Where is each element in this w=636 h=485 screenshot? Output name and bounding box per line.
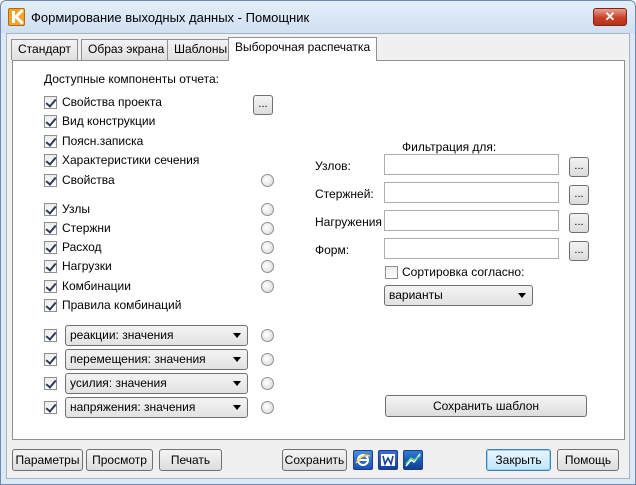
filter-nodes-more-button[interactable]: ...: [569, 157, 589, 177]
forces-select[interactable]: усилия: значения: [65, 373, 248, 394]
label-combinations: Комбинации: [62, 279, 131, 293]
radio-members[interactable]: [261, 222, 274, 235]
dialog-window: Формирование выходных данных - Помощник …: [0, 0, 636, 485]
plot-icon[interactable]: [403, 450, 423, 470]
label-construction-view: Вид конструкции: [62, 114, 156, 128]
stresses-select[interactable]: напряжения: значения: [65, 397, 248, 418]
filter-heading: Фильтрация для:: [402, 140, 497, 154]
radio-nodes[interactable]: [261, 203, 274, 216]
checkbox-reactions[interactable]: [44, 329, 57, 342]
close-button[interactable]: Закрыть: [486, 449, 551, 471]
tab-templates[interactable]: Шаблоны: [167, 39, 235, 60]
radio-forces[interactable]: [261, 377, 274, 390]
label-nodes: Узлы: [62, 202, 90, 216]
reactions-select-value: реакции: значения: [70, 328, 174, 342]
checkbox-members[interactable]: [44, 222, 57, 235]
label-project-properties: Свойства проекта: [62, 95, 162, 109]
print-button[interactable]: Печать: [159, 449, 222, 471]
reactions-select[interactable]: реакции: значения: [65, 325, 248, 346]
checkbox-project-properties[interactable]: [44, 96, 57, 109]
chevron-down-icon: [233, 357, 241, 362]
displacements-select-value: перемещения: значения: [70, 352, 206, 366]
label-members: Стержни: [62, 221, 111, 235]
forces-select-value: усилия: значения: [70, 376, 167, 390]
window-title: Формирование выходных данных - Помощник: [31, 10, 310, 25]
sort-by-select-value: варианты: [389, 288, 443, 302]
save-button[interactable]: Сохранить: [282, 449, 347, 471]
close-window-button[interactable]: ✕: [593, 8, 627, 26]
word-glyph: [381, 454, 395, 467]
preview-button[interactable]: Просмотр: [86, 449, 153, 471]
checkbox-construction-view[interactable]: [44, 115, 57, 128]
sort-by-select[interactable]: варианты: [384, 285, 533, 306]
radio-displacements[interactable]: [261, 353, 274, 366]
label-explanatory-note: Поясн.записка: [62, 134, 144, 148]
radio-consumption[interactable]: [261, 241, 274, 254]
checkbox-properties[interactable]: [44, 174, 57, 187]
chevron-down-icon: [233, 333, 241, 338]
filter-forms-more-button[interactable]: ...: [569, 241, 589, 261]
dialog-client-area: Стандарт Образ экрана Шаблоны Выборочная…: [6, 33, 630, 479]
filter-loads-input[interactable]: [384, 210, 559, 231]
checkbox-displacements[interactable]: [44, 353, 57, 366]
tab-panel-selective-print: Доступные компоненты отчета: Свойства пр…: [12, 60, 625, 440]
stresses-select-value: напряжения: значения: [70, 400, 196, 414]
radio-stresses[interactable]: [261, 401, 274, 414]
radio-loads[interactable]: [261, 260, 274, 273]
tab-standard[interactable]: Стандарт: [11, 39, 78, 60]
label-filter-loads: Нагружения: [315, 215, 382, 229]
internet-explorer-icon[interactable]: [353, 450, 373, 470]
filter-members-input[interactable]: [384, 182, 559, 203]
components-heading: Доступные компоненты отчета:: [44, 72, 219, 86]
checkbox-combination-rules[interactable]: [44, 299, 57, 312]
label-combination-rules: Правила комбинаций: [62, 298, 182, 312]
label-filter-members: Стержней:: [315, 187, 374, 201]
filter-members-more-button[interactable]: ...: [569, 185, 589, 205]
checkbox-explanatory-note[interactable]: [44, 135, 57, 148]
radio-combinations[interactable]: [261, 280, 274, 293]
checkbox-section-characteristics[interactable]: [44, 154, 57, 167]
checkbox-forces[interactable]: [44, 377, 57, 390]
sort-by-checkbox[interactable]: [385, 266, 398, 279]
checkbox-consumption[interactable]: [44, 241, 57, 254]
radio-properties[interactable]: [261, 174, 274, 187]
project-properties-more-button[interactable]: ...: [253, 95, 273, 115]
filter-loads-more-button[interactable]: ...: [569, 213, 589, 233]
checkbox-combinations[interactable]: [44, 280, 57, 293]
checkbox-loads[interactable]: [44, 260, 57, 273]
filter-forms-input[interactable]: [384, 238, 559, 259]
plot-glyph: [405, 453, 421, 467]
internet-explorer-glyph: [355, 454, 371, 466]
checkbox-stresses[interactable]: [44, 401, 57, 414]
parameters-button[interactable]: Параметры: [12, 449, 83, 471]
label-consumption: Расход: [62, 240, 102, 254]
chevron-down-icon: [233, 381, 241, 386]
label-filter-forms: Форм:: [315, 243, 350, 257]
label-filter-nodes: Узлов:: [315, 159, 351, 173]
label-section-characteristics: Характеристики сечения: [62, 153, 200, 167]
word-icon[interactable]: [378, 450, 398, 470]
sort-by-label: Сортировка согласно:: [402, 265, 525, 279]
app-logo-icon: [8, 8, 25, 26]
radio-reactions[interactable]: [261, 329, 274, 342]
chevron-down-icon: [518, 293, 526, 298]
filter-nodes-input[interactable]: [384, 154, 559, 175]
checkbox-nodes[interactable]: [44, 203, 57, 216]
help-button[interactable]: Помощь: [557, 449, 619, 471]
save-template-button[interactable]: Сохранить шаблон: [385, 395, 587, 417]
chevron-down-icon: [233, 405, 241, 410]
label-loads: Нагрузки: [62, 259, 112, 273]
tab-selective-print[interactable]: Выборочная распечатка: [228, 37, 378, 61]
title-bar[interactable]: Формирование выходных данных - Помощник …: [1, 1, 635, 33]
tab-screen-image[interactable]: Образ экрана: [81, 39, 172, 60]
displacements-select[interactable]: перемещения: значения: [65, 349, 248, 370]
label-properties: Свойства: [62, 173, 115, 187]
